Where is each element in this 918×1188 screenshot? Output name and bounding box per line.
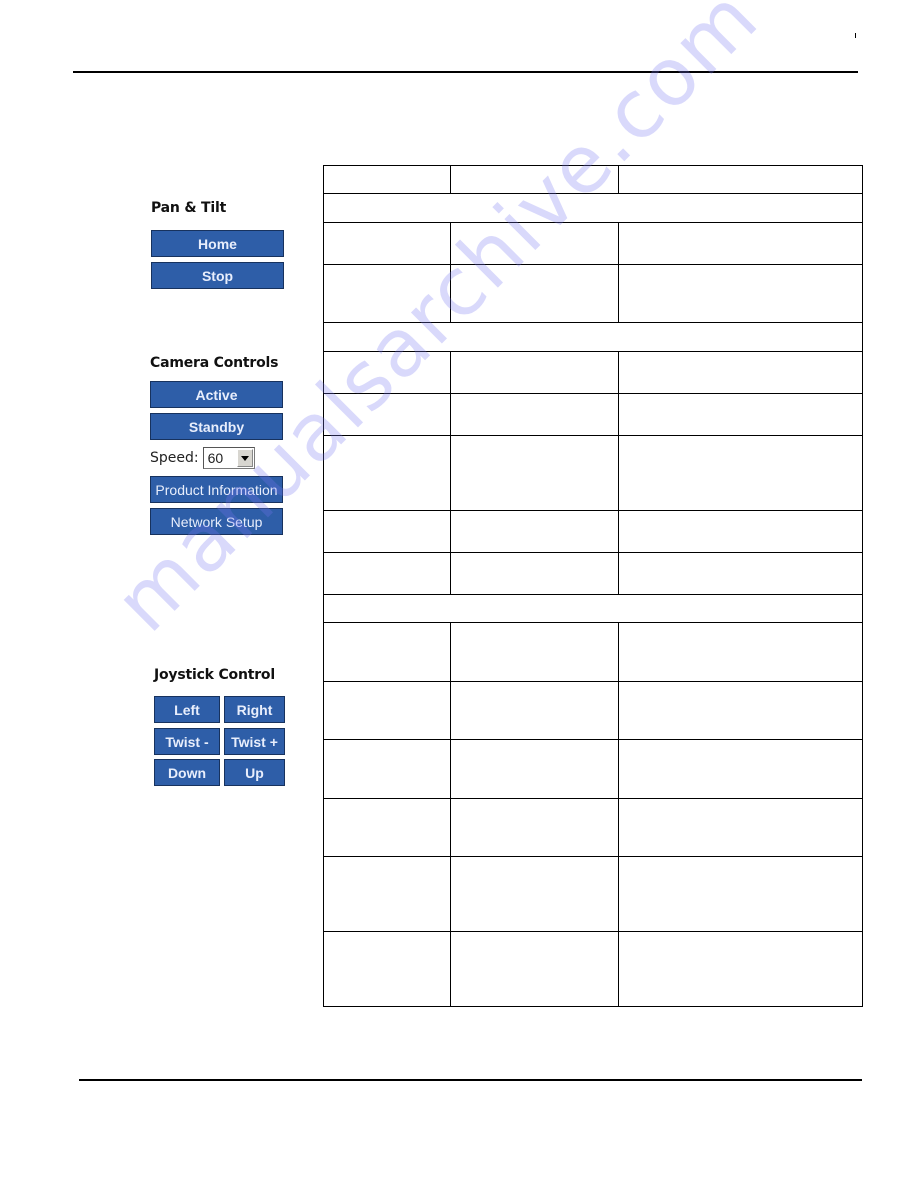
joystick-twist-minus-button[interactable]: Twist - [154, 728, 220, 755]
product-information-button[interactable]: Product Information [150, 476, 283, 503]
pan-tilt-heading: Pan & Tilt [151, 200, 227, 216]
section-cell [323, 322, 863, 352]
table-row [323, 739, 864, 799]
active-button[interactable]: Active [150, 381, 283, 408]
footer-rule [79, 1079, 862, 1081]
table-cell [449, 739, 619, 799]
table-cell [323, 798, 451, 857]
table-cell [449, 510, 619, 553]
joystick-twist-plus-button[interactable]: Twist + [224, 728, 285, 755]
table-cell [323, 222, 451, 265]
home-button[interactable]: Home [151, 230, 284, 257]
joystick-right-button[interactable]: Right [224, 696, 285, 723]
description-table [323, 165, 864, 1007]
table-cell [323, 931, 451, 1007]
table-cell [617, 351, 864, 394]
table-row [323, 856, 864, 932]
header-cell [449, 165, 619, 194]
table-row [323, 510, 864, 553]
table-cell [323, 351, 451, 394]
table-cell [449, 264, 619, 323]
table-cell [323, 622, 451, 682]
table-cell [617, 435, 864, 511]
table-cell [323, 510, 451, 553]
table-cell [617, 739, 864, 799]
speed-control: Speed: 60 [150, 446, 255, 470]
section-row [323, 322, 863, 352]
table-row [323, 222, 864, 265]
table-row [323, 393, 864, 436]
header-cell [617, 165, 864, 194]
table-cell [323, 681, 451, 740]
section-cell [323, 193, 863, 223]
table-row [323, 931, 864, 1007]
table-cell [323, 552, 451, 595]
network-setup-button[interactable]: Network Setup [150, 508, 283, 535]
section-row [323, 594, 863, 623]
table-row [323, 681, 864, 740]
joystick-up-button[interactable]: Up [224, 759, 285, 786]
table-cell [449, 622, 619, 682]
table-cell [617, 393, 864, 436]
joystick-left-button[interactable]: Left [154, 696, 220, 723]
table-cell [617, 510, 864, 553]
table-cell [449, 351, 619, 394]
table-cell [617, 222, 864, 265]
table-cell [617, 681, 864, 740]
table-cell [449, 552, 619, 595]
table-row [323, 798, 864, 857]
chevron-down-icon[interactable] [236, 449, 253, 467]
header-rule [73, 71, 858, 73]
table-cell [449, 393, 619, 436]
table-cell [323, 264, 451, 323]
table-cell [449, 798, 619, 857]
table-cell [617, 264, 864, 323]
camera-controls-heading: Camera Controls [150, 355, 279, 371]
table-cell [617, 931, 864, 1007]
joystick-down-button[interactable]: Down [154, 759, 220, 786]
table-cell [617, 856, 864, 932]
table-cell [323, 393, 451, 436]
standby-button[interactable]: Standby [150, 413, 283, 440]
table-cell [323, 435, 451, 511]
table-cell [449, 435, 619, 511]
speed-select[interactable]: 60 [202, 447, 255, 469]
table-cell [617, 552, 864, 595]
speed-value: 60 [207, 450, 224, 466]
section-cell [323, 594, 863, 623]
joystick-control-heading: Joystick Control [154, 667, 275, 683]
table-cell [323, 739, 451, 799]
table-cell [449, 931, 619, 1007]
table-row [323, 435, 864, 511]
table-row [323, 264, 864, 323]
table-cell [449, 856, 619, 932]
header-mark [855, 33, 856, 38]
table-header-row [323, 165, 864, 194]
table-cell [449, 222, 619, 265]
table-cell [323, 856, 451, 932]
stop-button[interactable]: Stop [151, 262, 284, 289]
speed-label: Speed: [150, 450, 199, 466]
table-row [323, 622, 864, 682]
header-cell [323, 165, 451, 194]
table-cell [617, 798, 864, 857]
table-cell [449, 681, 619, 740]
section-row [323, 193, 863, 223]
table-cell [617, 622, 864, 682]
table-row [323, 552, 864, 595]
table-row [323, 351, 864, 394]
